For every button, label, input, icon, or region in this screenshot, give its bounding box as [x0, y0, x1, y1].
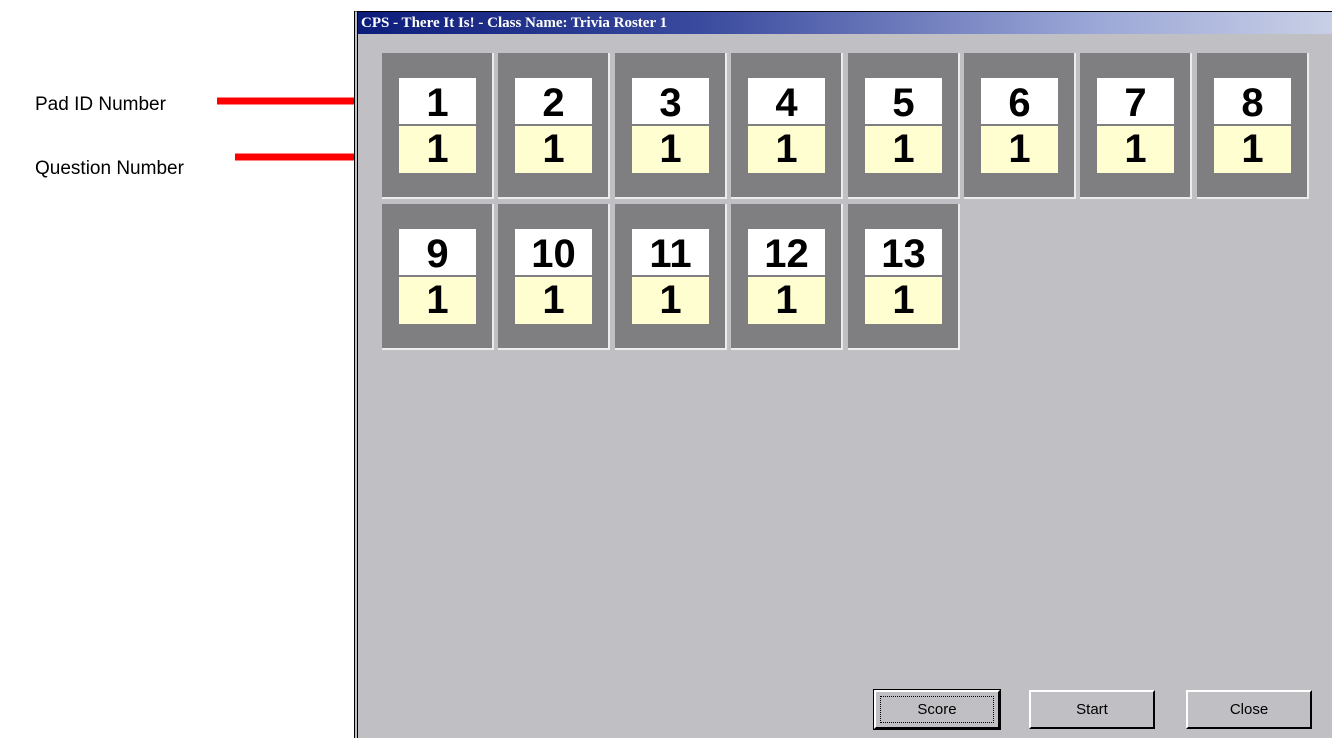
pad-id-number: 5 — [865, 78, 942, 124]
response-pad-tile[interactable]: 11 — [382, 53, 494, 199]
pad-id-number: 7 — [1097, 78, 1174, 124]
question-number: 1 — [748, 126, 825, 173]
response-pad-tile[interactable]: 41 — [731, 53, 843, 199]
start-button[interactable]: Start — [1029, 690, 1155, 729]
pad-id-number: 2 — [515, 78, 592, 124]
response-pad-tile[interactable]: 10 1 — [498, 204, 610, 350]
window-title: CPS - There It Is! - Class Name: Trivia … — [361, 15, 668, 31]
pad-id-number: 13 — [865, 229, 942, 275]
question-number: 1 — [981, 126, 1058, 173]
response-pad-tile[interactable]: 61 — [964, 53, 1076, 199]
close-button-label: Close — [1229, 701, 1269, 718]
pad-id-number: 10 — [515, 229, 592, 275]
question-number: 1 — [399, 277, 476, 324]
close-button[interactable]: Close — [1186, 690, 1312, 729]
response-pad-tile[interactable]: 13 1 — [848, 204, 960, 350]
pad-id-number: 11 — [632, 229, 709, 275]
pad-id-number: 8 — [1214, 78, 1291, 124]
pad-id-number: 4 — [748, 78, 825, 124]
response-pad-tile[interactable]: 81 — [1197, 53, 1309, 199]
pad-id-number: 1 — [399, 78, 476, 124]
response-pad-tile[interactable]: 71 — [1080, 53, 1192, 199]
question-number: 1 — [748, 277, 825, 324]
score-button-label: Score — [917, 701, 957, 718]
response-pad-tile[interactable]: 11 1 — [615, 204, 727, 350]
response-pad-tile[interactable]: 91 — [382, 204, 494, 350]
question-number: 1 — [515, 126, 592, 173]
window-title-bar[interactable]: CPS - There It Is! - Class Name: Trivia … — [358, 12, 1332, 34]
there-it-is-window: CPS - There It Is! - Class Name: Trivia … — [354, 11, 1332, 738]
response-pad-tile[interactable]: 31 — [615, 53, 727, 199]
pad-id-number: 12 — [748, 229, 825, 275]
pad-id-number: 3 — [632, 78, 709, 124]
start-button-label: Start — [1076, 701, 1108, 718]
question-number: 1 — [632, 277, 709, 324]
question-number: 1 — [1214, 126, 1291, 173]
pad-id-number: 9 — [399, 229, 476, 275]
pad-id-number: 6 — [981, 78, 1058, 124]
response-pad-tile[interactable]: 51 — [848, 53, 960, 199]
question-number: 1 — [399, 126, 476, 173]
question-number: 1 — [865, 277, 942, 324]
question-number: 1 — [632, 126, 709, 173]
question-number-callout-label: Question Number — [35, 158, 184, 179]
response-pad-tile[interactable]: 21 — [498, 53, 610, 199]
score-button[interactable]: Score — [873, 689, 1001, 730]
question-number: 1 — [865, 126, 942, 173]
question-number: 1 — [1097, 126, 1174, 173]
response-pad-tile[interactable]: 12 1 — [731, 204, 843, 350]
question-number: 1 — [515, 277, 592, 324]
pad-id-callout-label: Pad ID Number — [35, 94, 166, 115]
